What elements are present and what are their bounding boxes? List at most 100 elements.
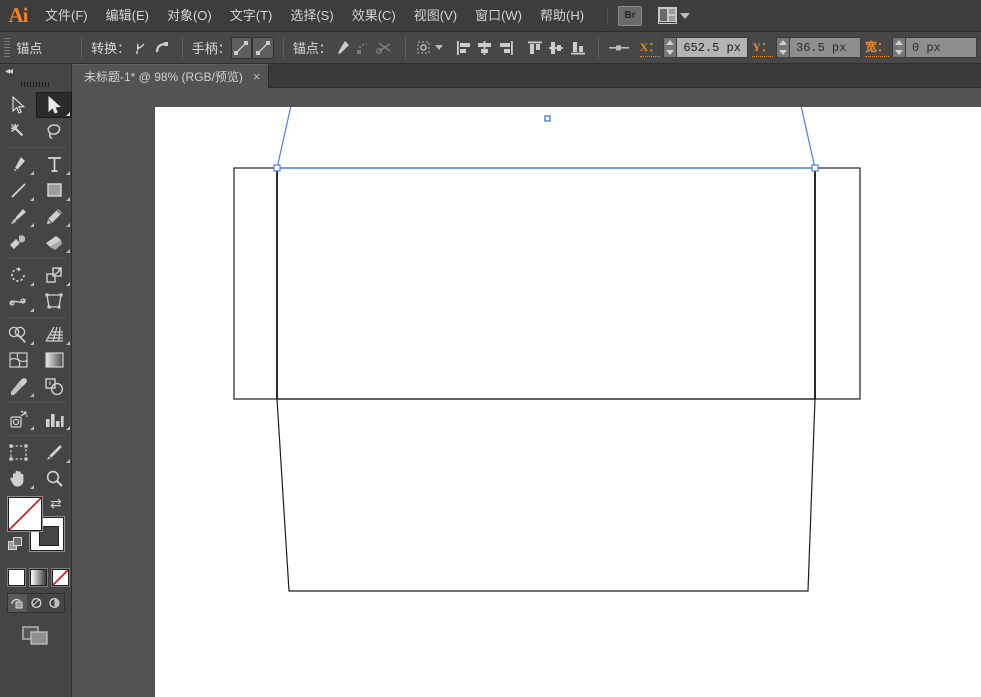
- paintbrush-tool[interactable]: [0, 203, 36, 229]
- anchor-point-bottom-right[interactable]: [811, 164, 819, 172]
- x-input[interactable]: 652.5 px: [676, 37, 749, 58]
- artboard-tool[interactable]: [0, 439, 36, 465]
- fill-swatch[interactable]: [8, 497, 42, 531]
- control-bar-grip[interactable]: [4, 37, 11, 58]
- hide-handles-icon[interactable]: [252, 36, 274, 59]
- zoom-tool[interactable]: [36, 465, 72, 491]
- blend-tool[interactable]: [36, 373, 72, 399]
- tool-flyout-indicator: [66, 278, 70, 286]
- ai-logo-icon: Ai: [8, 3, 29, 27]
- bridge-button[interactable]: Br: [618, 5, 643, 26]
- magic-wand-tool[interactable]: [0, 118, 36, 144]
- width-input[interactable]: 0 px: [905, 37, 978, 58]
- rotate-tool[interactable]: [0, 262, 36, 288]
- transform-each-dropdown[interactable]: [415, 37, 445, 59]
- tool-flyout-indicator: [66, 167, 70, 175]
- direct-selection-tool[interactable]: [36, 92, 72, 118]
- convert-label: 转换：: [91, 41, 131, 56]
- arrange-documents-button[interactable]: [658, 7, 691, 24]
- canvas-area[interactable]: [72, 88, 981, 697]
- tool-flyout-indicator: [30, 389, 34, 397]
- shape-builder-tool[interactable]: [0, 321, 36, 347]
- anchor-label: 锚点：: [292, 41, 332, 56]
- column-graph-tool[interactable]: [36, 406, 72, 432]
- fill-stroke-controls: ⇄: [8, 495, 71, 563]
- document-tab-bar: 未标题-1* @ 98% (RGB/预览) ×: [0, 64, 981, 88]
- color-swatch-button[interactable]: [8, 569, 25, 586]
- menu-effect[interactable]: 效果(C): [343, 0, 405, 32]
- menu-file[interactable]: 文件(F): [36, 0, 97, 32]
- collapse-icon: ◂◂: [5, 65, 13, 77]
- draw-behind-button[interactable]: [27, 594, 46, 612]
- artboard[interactable]: [155, 107, 981, 697]
- control-bar-context-label: 锚点: [16, 41, 43, 56]
- width-field-group: 宽： 0 px: [865, 37, 978, 58]
- menu-object[interactable]: 对象(O): [158, 0, 221, 32]
- menu-help[interactable]: 帮助(H): [531, 0, 593, 32]
- align-vertical-center-icon[interactable]: [546, 37, 567, 59]
- free-transform-tool[interactable]: [36, 288, 72, 314]
- width-tool[interactable]: [0, 288, 36, 314]
- align-horizontal-center-icon[interactable]: [474, 37, 495, 59]
- swap-fill-stroke-icon[interactable]: ⇄: [50, 495, 62, 512]
- tool-flyout-indicator: [30, 219, 34, 227]
- y-field-group: Y： 36.5 px: [752, 37, 861, 58]
- bottom-flap-path: [276, 398, 816, 592]
- handles-label: 手柄：: [191, 41, 231, 56]
- tool-flyout-indicator: [66, 193, 70, 201]
- x-stepper[interactable]: [663, 37, 677, 58]
- eyedropper-tool[interactable]: [0, 373, 36, 399]
- draw-normal-button[interactable]: [8, 594, 27, 612]
- y-stepper[interactable]: [776, 37, 789, 58]
- menu-window[interactable]: 窗口(W): [466, 0, 531, 32]
- menu-type[interactable]: 文字(T): [221, 0, 282, 32]
- hand-tool[interactable]: [0, 465, 36, 491]
- anchor-point-bottom-left[interactable]: [273, 164, 281, 172]
- convert-to-smooth-icon[interactable]: [151, 37, 172, 59]
- line-segment-tool[interactable]: [0, 177, 36, 203]
- slice-tool[interactable]: [36, 439, 72, 465]
- pencil-tool[interactable]: [36, 203, 72, 229]
- width-stepper[interactable]: [892, 37, 906, 58]
- scale-tool[interactable]: [36, 262, 72, 288]
- close-icon[interactable]: ×: [253, 70, 261, 83]
- y-input[interactable]: 36.5 px: [789, 37, 861, 58]
- remove-anchor-icon[interactable]: [332, 37, 353, 59]
- gradient-tool[interactable]: [36, 347, 72, 373]
- align-left-icon[interactable]: [453, 37, 474, 59]
- tool-flyout-indicator: [66, 245, 70, 253]
- convert-to-corner-icon[interactable]: [130, 37, 151, 59]
- default-fill-stroke-button[interactable]: [8, 537, 24, 558]
- toolbox-collapse-button[interactable]: ◂◂: [0, 64, 71, 78]
- rectangle-tool[interactable]: [36, 177, 72, 203]
- mesh-tool[interactable]: [0, 347, 36, 373]
- draw-inside-button[interactable]: [45, 594, 64, 612]
- menu-view[interactable]: 视图(V): [405, 0, 466, 32]
- align-top-icon[interactable]: [525, 37, 546, 59]
- perspective-grid-tool[interactable]: [36, 321, 72, 347]
- align-right-icon[interactable]: [495, 37, 516, 59]
- connect-anchor-icon[interactable]: [353, 37, 374, 59]
- tool-flyout-indicator: [66, 455, 70, 463]
- eraser-tool[interactable]: [36, 229, 72, 255]
- none-swatch-button[interactable]: [52, 569, 69, 586]
- selection-tool[interactable]: [0, 92, 36, 118]
- cut-path-icon[interactable]: [374, 37, 395, 59]
- menu-bar: Ai 文件(F) 编辑(E) 对象(O) 文字(T) 选择(S) 效果(C) 视…: [0, 0, 981, 32]
- tool-grid: [0, 92, 72, 491]
- document-tab[interactable]: 未标题-1* @ 98% (RGB/预览) ×: [72, 64, 270, 88]
- menu-edit[interactable]: 编辑(E): [97, 0, 158, 32]
- gradient-swatch-button[interactable]: [30, 569, 47, 586]
- symbol-sprayer-tool[interactable]: [0, 406, 36, 432]
- change-screen-mode-button[interactable]: [0, 625, 71, 647]
- arrange-grid-icon: [658, 7, 678, 24]
- pen-tool[interactable]: [0, 151, 36, 177]
- toolbox-grip[interactable]: [0, 79, 71, 89]
- y-label: Y：: [752, 38, 773, 57]
- menu-select[interactable]: 选择(S): [281, 0, 342, 32]
- lasso-tool[interactable]: [36, 118, 72, 144]
- show-handles-icon[interactable]: [230, 36, 253, 59]
- type-tool[interactable]: [36, 151, 72, 177]
- blob-brush-tool[interactable]: [0, 229, 36, 255]
- align-bottom-icon[interactable]: [567, 37, 588, 59]
